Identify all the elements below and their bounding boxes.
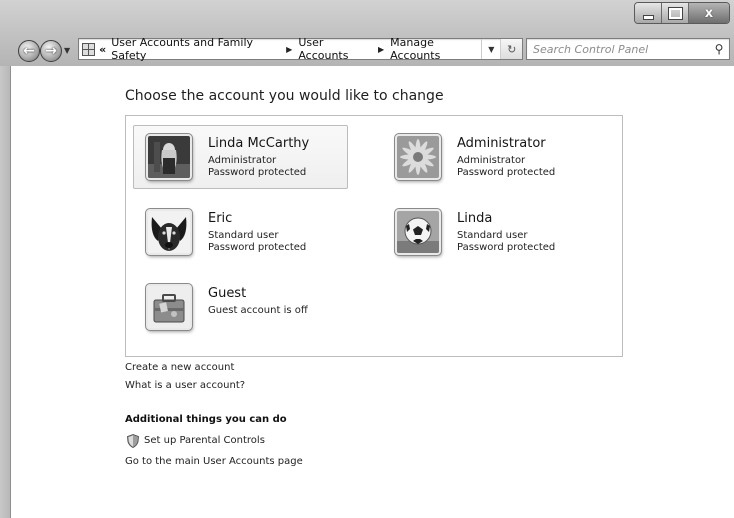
refresh-icon: ↻ xyxy=(507,42,517,56)
account-type: Standard user xyxy=(457,230,528,241)
accounts-panel: Linda McCarthy Administrator Password pr… xyxy=(125,115,623,357)
photo-avatar-icon xyxy=(145,133,193,181)
recent-pages-dropdown[interactable]: ▼ xyxy=(64,46,70,55)
account-name: Linda McCarthy xyxy=(208,136,310,151)
close-button[interactable]: x xyxy=(689,3,729,23)
arrow-left-icon: ← xyxy=(23,43,35,59)
parental-controls-link[interactable]: Set up Parental Controls xyxy=(144,435,265,446)
soccer-ball-avatar-icon xyxy=(394,208,442,256)
account-type: Standard user xyxy=(208,230,279,241)
forward-button[interactable]: → xyxy=(40,40,62,62)
minimize-button[interactable] xyxy=(635,3,662,23)
account-name: Administrator xyxy=(457,136,546,151)
address-bar[interactable]: « User Accounts and Family Safety ▶ User… xyxy=(78,36,523,62)
main-user-accounts-link[interactable]: Go to the main User Accounts page xyxy=(125,456,303,467)
account-status: Password protected xyxy=(457,167,556,178)
breadcrumb-separator-icon[interactable]: ▶ xyxy=(378,45,384,54)
account-name: Linda xyxy=(457,211,493,226)
account-tile-linda[interactable]: Linda Standard user Password protected xyxy=(382,200,597,264)
account-name: Guest xyxy=(208,286,247,301)
create-account-link[interactable]: Create a new account xyxy=(125,362,234,373)
account-tile-administrator[interactable]: Administrator Administrator Password pro… xyxy=(382,125,597,189)
account-tile-linda-mccarthy[interactable]: Linda McCarthy Administrator Password pr… xyxy=(133,125,348,189)
address-dropdown-icon[interactable]: ▼ xyxy=(481,39,500,59)
search-box[interactable]: ⚲ xyxy=(526,38,730,60)
search-input[interactable] xyxy=(527,41,709,57)
account-status: Password protected xyxy=(457,242,556,253)
account-status: Password protected xyxy=(208,167,307,178)
window-left-border xyxy=(0,66,11,518)
what-is-user-account-link[interactable]: What is a user account? xyxy=(125,380,245,391)
account-status: Guest account is off xyxy=(208,305,308,316)
search-icon[interactable]: ⚲ xyxy=(709,42,729,56)
arrow-right-icon: → xyxy=(45,43,57,59)
account-tile-eric[interactable]: Eric Standard user Password protected xyxy=(133,200,348,264)
maximize-icon xyxy=(667,6,683,20)
control-panel-icon xyxy=(82,43,95,56)
suitcase-avatar-icon xyxy=(145,283,193,331)
additional-things-heading: Additional things you can do xyxy=(125,414,287,425)
close-icon: x xyxy=(704,5,714,21)
breadcrumb-item[interactable]: User Accounts and Family Safety xyxy=(111,36,280,62)
maximize-button[interactable] xyxy=(662,3,689,23)
back-button[interactable]: ← xyxy=(18,40,40,62)
breadcrumb-overflow[interactable]: « xyxy=(99,43,106,56)
flower-avatar-icon xyxy=(394,133,442,181)
breadcrumb-item[interactable]: Manage Accounts xyxy=(390,36,481,62)
minimize-icon xyxy=(642,14,654,20)
account-name: Eric xyxy=(208,211,233,226)
dog-avatar-icon xyxy=(145,208,193,256)
shield-icon xyxy=(127,434,139,448)
window-caption-buttons: x xyxy=(634,2,730,24)
account-type: Administrator xyxy=(457,155,526,166)
page-title: Choose the account you would like to cha… xyxy=(125,88,444,104)
breadcrumb-separator-icon[interactable]: ▶ xyxy=(286,45,292,54)
account-tile-guest[interactable]: Guest Guest account is off xyxy=(133,275,348,339)
account-type: Administrator xyxy=(208,155,277,166)
account-status: Password protected xyxy=(208,242,307,253)
refresh-button[interactable]: ↻ xyxy=(500,39,523,59)
breadcrumb-item[interactable]: User Accounts xyxy=(298,36,372,62)
